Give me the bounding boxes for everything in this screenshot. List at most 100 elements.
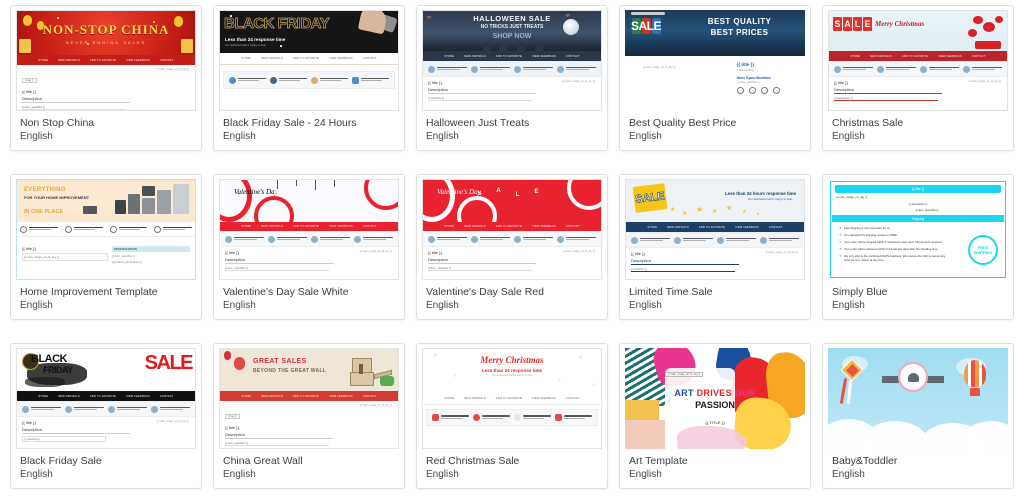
card-language: English (426, 131, 459, 142)
template-card-red-christmas-sale[interactable]: ❄ ❄ ❄ ❄ ❄ ❄ Merry Christmas Less than 24… (416, 343, 608, 489)
card-title: China Great Wall (223, 455, 303, 467)
template-card-simply-blue[interactable]: {{ title }} {{ main_image_url_tag }} {{ … (822, 174, 1014, 320)
banner-subhead: BEYOND THE GREAT WALL (253, 368, 327, 374)
preview-navbar: STORE NEW ARRIVALS ADD TO FAVORITE VIEW … (423, 222, 601, 231)
template-thumbnail[interactable]: {{ title }} {{ main_image_url_tag }} {{ … (823, 175, 1013, 280)
nav-item: VIEW FEEDBACK (125, 394, 150, 398)
template-card-valentines-day-sale-white[interactable]: Valentine's Day S A L E STORE NEW ARRIVA… (213, 174, 405, 320)
trust-badge (470, 235, 511, 243)
template-card-valentines-day-sale-red[interactable]: Valentine's Day S A L E STORE NEW ARRIVA… (416, 174, 608, 320)
trust-badge (267, 235, 308, 243)
template-thumbnail[interactable]: Valentine's Day S A L E STORE NEW ARRIVA… (417, 175, 607, 280)
preview-trust-badges (17, 222, 195, 237)
nav-item: STORE (241, 394, 252, 398)
template-thumbnail[interactable]: GREAT SALES BEYOND THE GREAT WALL STORE … (214, 344, 404, 449)
card-meta: Home Improvement Template English (11, 280, 201, 319)
template-thumbnail[interactable]: EVERYTHING FOR YOUR HOME IMPROVEMENT IN … (11, 175, 201, 280)
art-word-1: ART (674, 388, 694, 398)
trust-badge (470, 65, 511, 73)
nav-item: STORE (241, 57, 252, 60)
template-thumbnail[interactable]: ❄ ❄ ❄ ❄ ❄ ❄ Merry Christmas Less than 24… (417, 344, 607, 449)
trust-badge (107, 405, 148, 413)
preview-body: {{ main_image_url_fit_key }} {{ title }}… (829, 77, 1007, 104)
sale-tag-text: SALE (631, 19, 662, 33)
preview-description: Description (631, 258, 739, 265)
preview-body: {{ title }} {{ main_image_url_fit_key }}… (17, 243, 195, 267)
nav-item: ADD TO FAVORITE (292, 225, 319, 228)
trust-badge (224, 235, 265, 243)
trust-badge (17, 225, 62, 233)
banner-headline: BLACK (31, 353, 68, 365)
thumbs-up-icon (150, 405, 158, 413)
nav-item: NEW ARRIVALS (58, 58, 80, 62)
card-meta: Black Friday Sale - 24 Hours English (214, 111, 404, 150)
preview-description-tag: {{ description }} (908, 202, 928, 206)
template-card-non-stop-china[interactable]: NON-STOP CHINA NEVER ENDING SALES STORE … (10, 5, 202, 151)
banner-headline: Less than 24 hours response time (724, 191, 796, 196)
nav-item: NEW ARRIVALS (261, 57, 283, 60)
preview-specs: {{ item_specifics }} (428, 266, 533, 271)
template-thumbnail[interactable]: HALLOWEEN SALE NO TRICKS JUST TREATS SHO… (417, 6, 607, 111)
template-card-best-quality-best-price[interactable]: SALE BEST QUALITY BEST PRICES {{ main_im… (619, 5, 811, 151)
preview-description: Description (225, 432, 333, 439)
template-card-home-improvement-template[interactable]: EVERYTHING FOR YOUR HOME IMPROVEMENT IN … (10, 174, 202, 320)
preview-specs: {{ item_specifics }} (225, 266, 330, 271)
preview-title: {{ TITLE }} (705, 420, 725, 425)
money-icon (269, 76, 277, 84)
preview-navbar: STORE NEW ARRIVALS ADD TO FAVORITE VIEW … (423, 51, 601, 61)
nav-item: NEW ARRIVALS (667, 225, 689, 229)
preview-navbar: STORE NEW ARRIVALS ADD TO FAVORITE VIEW … (17, 391, 195, 401)
nav-item: STORE (647, 225, 658, 229)
nav-item: STORE (38, 394, 49, 398)
trust-badge (513, 65, 554, 73)
card-title: Red Christmas Sale (426, 455, 520, 467)
thumbs-up-icon (351, 76, 359, 84)
template-thumbnail[interactable] (823, 344, 1013, 449)
card-meta: Black Friday Sale English (11, 449, 201, 488)
template-card-halloween-just-treats[interactable]: HALLOWEEN SALE NO TRICKS JUST TREATS SHO… (416, 5, 608, 151)
nav-item: NEW ARRIVALS (870, 54, 892, 58)
trust-badge (716, 236, 757, 244)
banner-headline: GREAT SALES (253, 358, 307, 365)
template-thumbnail[interactable]: SALE Less than 24 hours response time Ou… (620, 175, 810, 280)
template-thumbnail[interactable]: {{ main_image_url_fit_tag }} ART DRIVES … (620, 344, 810, 449)
template-card-baby-and-toddler[interactable]: Baby&Toddler English (822, 343, 1014, 489)
template-thumbnail[interactable]: SALE Merry Christmas STORE NEW ARRIVALS … (823, 6, 1013, 111)
nav-item: CONTACT (565, 225, 580, 228)
sale-letter: L (853, 17, 862, 31)
nav-item: STORE (444, 54, 455, 58)
banner-headline-2: PASSION (695, 400, 735, 410)
template-card-black-friday-24-hours[interactable]: BLACK FRIDAY Less than 24 response time … (213, 5, 405, 151)
sale-letter: A (843, 17, 852, 31)
nav-item: ADD TO FAVORITE (495, 54, 522, 58)
preview-specs: {{ specifics }} (22, 436, 106, 442)
preview-image-note: {{ main_image_url_fit_key }} (643, 66, 676, 69)
truck-icon (427, 235, 435, 243)
template-card-china-great-wall[interactable]: GREAT SALES BEYOND THE GREAT WALL STORE … (213, 343, 405, 489)
preview-tag: {{ tag }} (22, 78, 37, 83)
banner-headline-2: FRIDAY (43, 365, 73, 375)
template-card-black-friday-sale[interactable]: BLACK FRIDAY SALE STORE NEW ARRIVALS ADD… (10, 343, 202, 489)
nav-item: NEW ARRIVALS (464, 225, 486, 228)
card-language: English (832, 469, 865, 480)
nav-item: VIEW FEEDBACK (531, 225, 556, 228)
thumbs-up-icon (759, 236, 767, 244)
preview-body: {{ main_image_url_fit_key }} {{ title }}… (220, 247, 398, 274)
template-thumbnail[interactable]: Valentine's Day S A L E STORE NEW ARRIVA… (214, 175, 404, 280)
template-thumbnail[interactable]: NON-STOP CHINA NEVER ENDING SALES STORE … (11, 6, 201, 111)
template-thumbnail[interactable]: SALE BEST QUALITY BEST PRICES {{ main_im… (620, 6, 810, 111)
template-thumbnail[interactable]: BLACK FRIDAY Less than 24 response time … (214, 6, 404, 111)
preview-body: {{ main_image_url_fit_key }} {{ title }}… (17, 417, 195, 445)
trust-badge (919, 65, 960, 73)
template-card-christmas-sale[interactable]: SALE Merry Christmas STORE NEW ARRIVALS … (822, 5, 1014, 151)
preview-navbar: STORE NEW ARRIVALS ADD TO FAVORITE VIEW … (220, 53, 398, 65)
trust-badge (431, 414, 470, 421)
preview-navbar: STORE NEW ARRIVALS ADD TO FAVORITE VIEW … (423, 393, 601, 405)
template-thumbnail[interactable]: BLACK FRIDAY SALE STORE NEW ARRIVALS ADD… (11, 344, 201, 449)
preview-image-note: {{ main_image_url_fit_key }} (968, 80, 1001, 83)
template-card-art-template[interactable]: {{ main_image_url_fit_tag }} ART DRIVES … (619, 343, 811, 489)
card-language: English (629, 300, 662, 311)
nav-item: ADD TO FAVORITE (698, 225, 725, 229)
template-card-limited-time-sale[interactable]: SALE Less than 24 hours response time Ou… (619, 174, 811, 320)
card-title: Black Friday Sale (20, 455, 102, 467)
